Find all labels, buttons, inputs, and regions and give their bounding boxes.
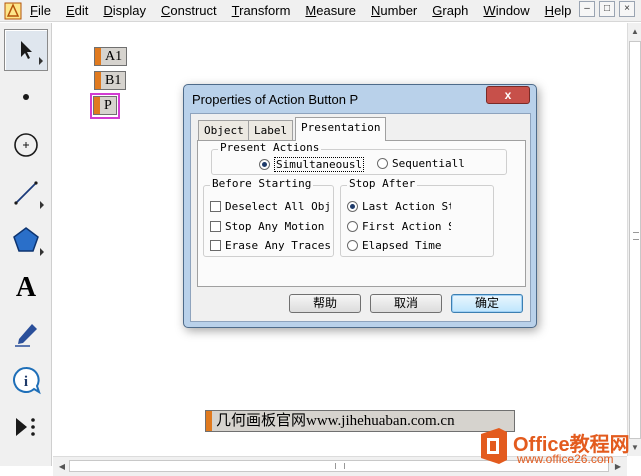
radio-simultaneously[interactable]: Simultaneousl xyxy=(259,157,365,172)
marker-tool-icon xyxy=(15,324,37,347)
present-actions-group: Present Actions Simultaneousl Sequential… xyxy=(211,141,507,175)
radio-unselected-icon xyxy=(347,221,358,232)
help-button[interactable]: 帮助 xyxy=(289,294,361,313)
cancel-button[interactable]: 取消 xyxy=(370,294,442,313)
text-tool-icon: A xyxy=(15,272,37,303)
grip-icon xyxy=(633,232,639,240)
checkbox-erase-any-traces[interactable]: Erase Any Traces xyxy=(210,239,330,252)
tool-expand-icon xyxy=(39,57,43,65)
tab-object[interactable]: Object xyxy=(198,120,250,140)
radio-selected-icon xyxy=(347,201,358,212)
stop-after-title: Stop After xyxy=(347,177,418,190)
custom-tool[interactable] xyxy=(4,406,48,448)
properties-dialog: Properties of Action Button P x Object L… xyxy=(183,84,537,328)
dialog-close-button[interactable]: x xyxy=(486,86,530,104)
information-tool-icon: i xyxy=(13,366,41,395)
tab-label[interactable]: Label xyxy=(248,120,294,140)
radio-sequentially-label: Sequentiall xyxy=(392,157,465,170)
tool-expand-icon xyxy=(40,248,44,256)
custom-tool-icon xyxy=(16,418,35,436)
dialog-title: Properties of Action Button P xyxy=(192,92,359,107)
app-icon[interactable] xyxy=(4,2,22,20)
radio-unselected-icon xyxy=(377,158,388,169)
tool-expand-icon xyxy=(40,201,44,209)
radio-last-action-stops-label: Last Action Sto xyxy=(362,200,451,213)
menu-measure[interactable]: Measure xyxy=(305,3,356,19)
info-glyph: i xyxy=(24,374,28,390)
radio-first-action-stops-label: First Action St xyxy=(362,220,451,233)
action-button-a1[interactable]: A1 xyxy=(94,47,128,66)
vertical-scroll-thumb[interactable] xyxy=(629,41,641,439)
radio-selected-icon xyxy=(259,159,270,170)
checkbox-icon xyxy=(210,201,221,212)
straightedge-tool-icon xyxy=(14,181,38,205)
checkbox-deselect-all[interactable]: Deselect All Obje xyxy=(210,200,330,213)
menu-construct[interactable]: Construct xyxy=(161,3,217,19)
office-logo-icon xyxy=(481,428,507,464)
checkbox-stop-any-motion[interactable]: Stop Any Motion xyxy=(210,220,330,233)
grip-icon xyxy=(335,463,345,469)
before-starting-title: Before Starting xyxy=(210,177,314,190)
checkbox-deselect-all-label: Deselect All Obje xyxy=(225,200,330,213)
radio-elapsed-time[interactable]: Elapsed Time xyxy=(347,239,451,252)
stop-after-group: Stop After Last Action Sto First Action … xyxy=(340,177,494,257)
radio-simultaneously-label: Simultaneousl xyxy=(274,157,365,172)
menu-list: File Edit Display Construct Transform Me… xyxy=(30,3,586,19)
before-starting-group: Before Starting Deselect All Obje Stop A… xyxy=(203,177,334,257)
radio-last-action-stops[interactable]: Last Action Sto xyxy=(347,200,451,213)
maximize-button[interactable]: □ xyxy=(599,1,615,17)
compass-tool[interactable] xyxy=(4,124,48,166)
polygon-tool-icon xyxy=(13,227,39,252)
radio-unselected-icon xyxy=(347,240,358,251)
menu-display[interactable]: Display xyxy=(103,3,146,19)
menu-graph[interactable]: Graph xyxy=(432,3,468,19)
menu-file[interactable]: File xyxy=(30,3,51,19)
dialog-body: Object Label Presentation Present Action… xyxy=(190,113,531,322)
marker-tool[interactable] xyxy=(4,314,48,356)
point-tool[interactable] xyxy=(4,76,48,118)
information-tool[interactable]: i xyxy=(4,359,48,401)
checkbox-icon xyxy=(210,240,221,251)
arrow-tool[interactable] xyxy=(4,29,48,71)
checkbox-stop-any-motion-label: Stop Any Motion xyxy=(225,220,325,233)
menu-window[interactable]: Window xyxy=(483,3,529,19)
menu-help[interactable]: Help xyxy=(545,3,572,19)
compass-tool-icon xyxy=(14,133,38,157)
minimize-button[interactable]: – xyxy=(579,1,595,17)
menu-edit[interactable]: Edit xyxy=(66,3,88,19)
toolbox: A i xyxy=(0,23,52,466)
text-tool[interactable]: A xyxy=(4,267,48,309)
selection-highlight: P xyxy=(90,93,120,119)
radio-elapsed-time-label: Elapsed Time xyxy=(362,239,442,252)
menu-transform[interactable]: Transform xyxy=(232,3,291,19)
scroll-up-icon[interactable]: ▲ xyxy=(628,25,641,39)
checkbox-erase-any-traces-label: Erase Any Traces xyxy=(225,239,330,252)
presentation-panel: Present Actions Simultaneousl Sequential… xyxy=(197,140,526,287)
close-window-button[interactable]: × xyxy=(619,1,635,17)
vertical-scrollbar[interactable]: ▲ ▼ xyxy=(627,23,641,456)
action-button-b1[interactable]: B1 xyxy=(94,71,127,90)
office-logo-url: www.office26.com xyxy=(517,452,614,466)
polygon-tool[interactable] xyxy=(4,219,48,261)
point-tool-icon xyxy=(23,94,29,100)
office-logo: Office教程网 www.office26.com xyxy=(469,420,641,476)
present-actions-title: Present Actions xyxy=(218,141,322,154)
checkbox-icon xyxy=(210,221,221,232)
menu-number[interactable]: Number xyxy=(371,3,417,19)
radio-first-action-stops[interactable]: First Action St xyxy=(347,220,451,233)
tab-presentation[interactable]: Presentation xyxy=(295,117,387,141)
action-button-p[interactable]: P xyxy=(93,96,117,115)
scroll-left-icon[interactable]: ◀ xyxy=(55,460,69,474)
menu-bar: File Edit Display Construct Transform Me… xyxy=(0,0,641,22)
radio-sequentially[interactable]: Sequentiall xyxy=(377,157,465,170)
window-controls: – □ × xyxy=(579,1,635,17)
arrow-tool-icon xyxy=(21,41,32,59)
straightedge-tool[interactable] xyxy=(4,172,48,214)
ok-button[interactable]: 确定 xyxy=(451,294,523,313)
